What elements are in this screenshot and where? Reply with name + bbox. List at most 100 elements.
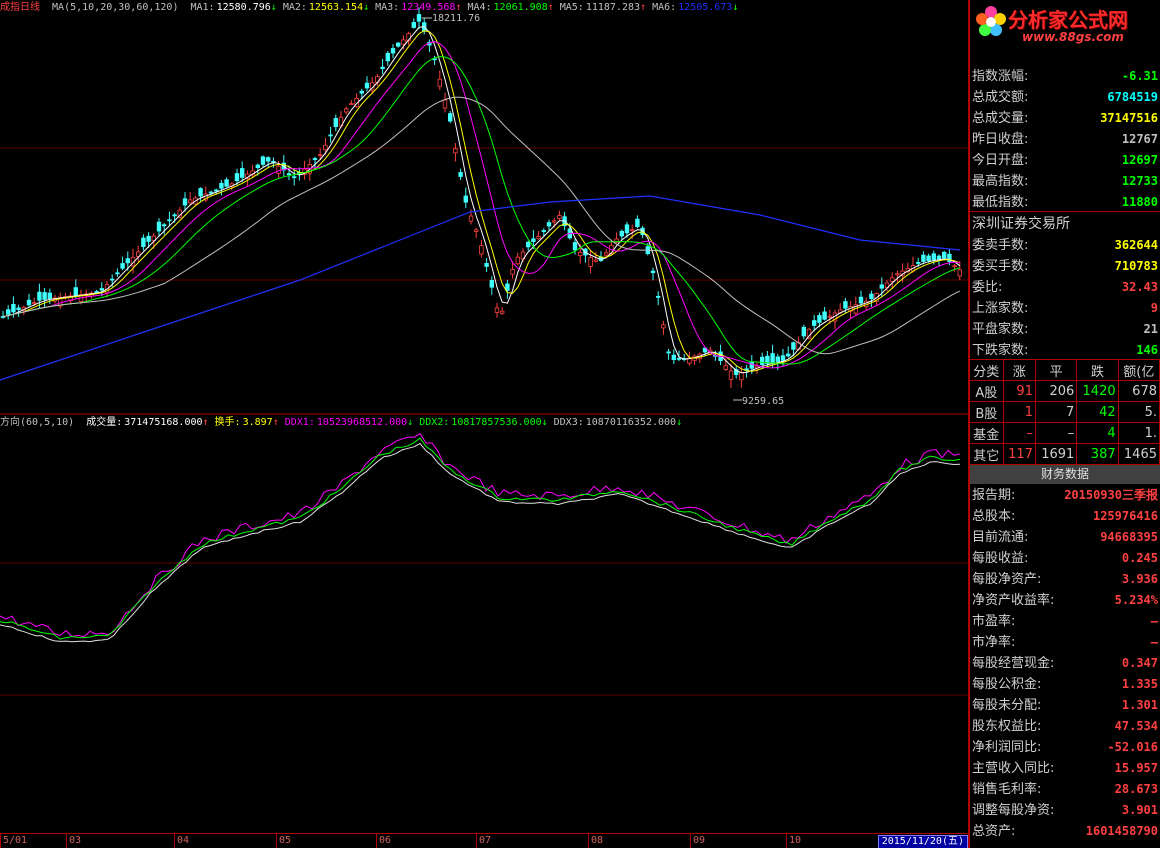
index-stat-row-label: 指数涨幅: <box>972 69 1029 84</box>
candle-body <box>916 261 921 264</box>
breadth-row[interactable]: B股 1 7 42 5. <box>970 401 1160 423</box>
breadth-cell-up: – <box>1003 422 1036 444</box>
index-stat-row-value: 6784519 <box>1107 90 1158 104</box>
candle-body <box>224 179 229 187</box>
indicator-name[interactable]: 方向(60,5,10) <box>0 417 74 428</box>
candle-body <box>364 82 370 89</box>
breadth-cell-name: 基金 <box>970 422 1004 444</box>
candle-body <box>110 278 115 281</box>
candle-body <box>942 251 947 259</box>
x-axis-label: 10 <box>789 835 802 846</box>
candle-body <box>624 224 630 234</box>
financial-row: 目前流通: 94668395 <box>972 527 1158 548</box>
candle-body <box>515 256 520 265</box>
indicator-arrow: ↑ <box>272 417 279 428</box>
candle-body <box>890 277 895 282</box>
indicator-arrow: ↑ <box>202 417 209 428</box>
indicator-arrow: ↓ <box>407 417 414 428</box>
x-axis-label: 08 <box>591 835 604 846</box>
candle-body <box>728 370 734 380</box>
financial-data-title[interactable]: 财务数据 <box>970 465 1160 484</box>
financial-row-value: 28.673 <box>1114 782 1158 796</box>
low-annotation: 9259.65 <box>742 396 784 407</box>
financial-row-value: 1601458790 <box>1085 824 1158 838</box>
candle-body <box>463 195 468 203</box>
financial-row-label: 目前流通: <box>972 530 1029 545</box>
candle-body <box>661 324 666 329</box>
breadth-cell-flat: 1691 <box>1035 443 1078 465</box>
period-label[interactable]: 日线 <box>20 2 40 13</box>
candle-body <box>843 301 848 309</box>
index-stat-row-label: 总成交额: <box>972 90 1029 105</box>
candle-body <box>921 254 926 262</box>
financial-row: 市净率: – <box>972 632 1158 653</box>
exchange-row: 委买手数: 710783 <box>972 256 1158 277</box>
financial-row-value: 1.301 <box>1121 698 1158 712</box>
candle-body <box>260 156 266 165</box>
candle-body <box>827 315 832 318</box>
financial-row-label: 主营收入同比: <box>972 761 1055 776</box>
index-stat-row-value: -6.31 <box>1121 69 1158 83</box>
ma-arrow: ↓ <box>732 2 739 13</box>
index-stat-row-label: 最低指数: <box>972 195 1029 210</box>
candle-body <box>931 253 936 261</box>
ma3-line <box>2 41 960 369</box>
candle-body <box>479 245 484 255</box>
index-stat-row: 最低指数: 11880 <box>972 192 1158 213</box>
ma-label: MA1: <box>190 2 215 13</box>
index-stat-row-value: 12697 <box>1121 153 1158 167</box>
candle-body <box>822 311 827 320</box>
candle-body <box>213 189 219 192</box>
candle-body <box>416 14 422 22</box>
exchange-row-label: 委买手数: <box>972 259 1029 274</box>
x-axis-tick <box>66 834 67 848</box>
ddx3-line <box>0 442 961 643</box>
breadth-row[interactable]: 其它 117 1691 387 1465 <box>970 443 1160 465</box>
ma-value: 11187.283 <box>585 2 641 13</box>
exchange-row: 上涨家数: 9 <box>972 298 1158 319</box>
candle-body <box>858 296 864 304</box>
index-stat-row-value: 12733 <box>1121 174 1158 188</box>
watermark-logo: 分析家公式网 www.88gs.com <box>970 0 1160 50</box>
logo-text: 分析家公式网 <box>1008 8 1128 32</box>
candle-body <box>650 270 656 274</box>
candle-body <box>32 302 37 305</box>
candle-body <box>546 222 552 227</box>
candle-body <box>73 287 78 296</box>
exchange-row: 平盘家数: 21 <box>972 319 1158 340</box>
breadth-header: 平 <box>1035 360 1078 381</box>
exchange-row-label: 下跌家数: <box>972 343 1029 358</box>
chart-area[interactable]: 18211.76 9259.65 成指日线 MA(5,10,20,30,60,12… <box>0 0 968 848</box>
candle-body <box>526 241 531 248</box>
candle-body <box>437 78 442 87</box>
candle-body <box>780 355 786 361</box>
breadth-row[interactable]: A股 91 206 1420 678 <box>970 380 1160 402</box>
logo-url: www.88gs.com <box>1022 30 1124 44</box>
candle-body <box>926 255 931 262</box>
exchange-title: 深圳证券交易所 <box>972 216 1070 232</box>
candle-body <box>630 229 635 232</box>
breadth-row[interactable]: 基金 – –4 1. <box>970 422 1160 444</box>
financial-row-label: 销售毛利率: <box>972 782 1042 797</box>
x-axis-tick <box>174 834 175 848</box>
index-stat-row: 最高指数: 12733 <box>972 171 1158 192</box>
candle-body <box>552 220 557 223</box>
candle-body <box>531 238 536 242</box>
ma-value: 12061.908 <box>493 2 548 13</box>
financial-row-label: 净资产收益率: <box>972 593 1055 608</box>
breadth-cell-name: 其它 <box>970 443 1004 465</box>
candle-body <box>572 242 578 251</box>
x-axis-label: 09 <box>693 835 706 846</box>
index-stat-row: 今日开盘: 12697 <box>972 150 1158 171</box>
financial-row-label: 总股本: <box>972 509 1016 524</box>
financial-row-value: 15.957 <box>1114 761 1158 775</box>
candle-body <box>676 357 682 360</box>
financial-row: 每股收益: 0.245 <box>972 548 1158 569</box>
ma5-line <box>2 96 961 355</box>
candle-body <box>936 255 942 260</box>
exchange-row-label: 上涨家数: <box>972 301 1029 316</box>
candle-body <box>588 257 593 267</box>
candle-body <box>578 252 583 256</box>
financial-row-value: 94668395 <box>1100 530 1158 544</box>
indicator-value: 3.897 <box>242 417 273 428</box>
